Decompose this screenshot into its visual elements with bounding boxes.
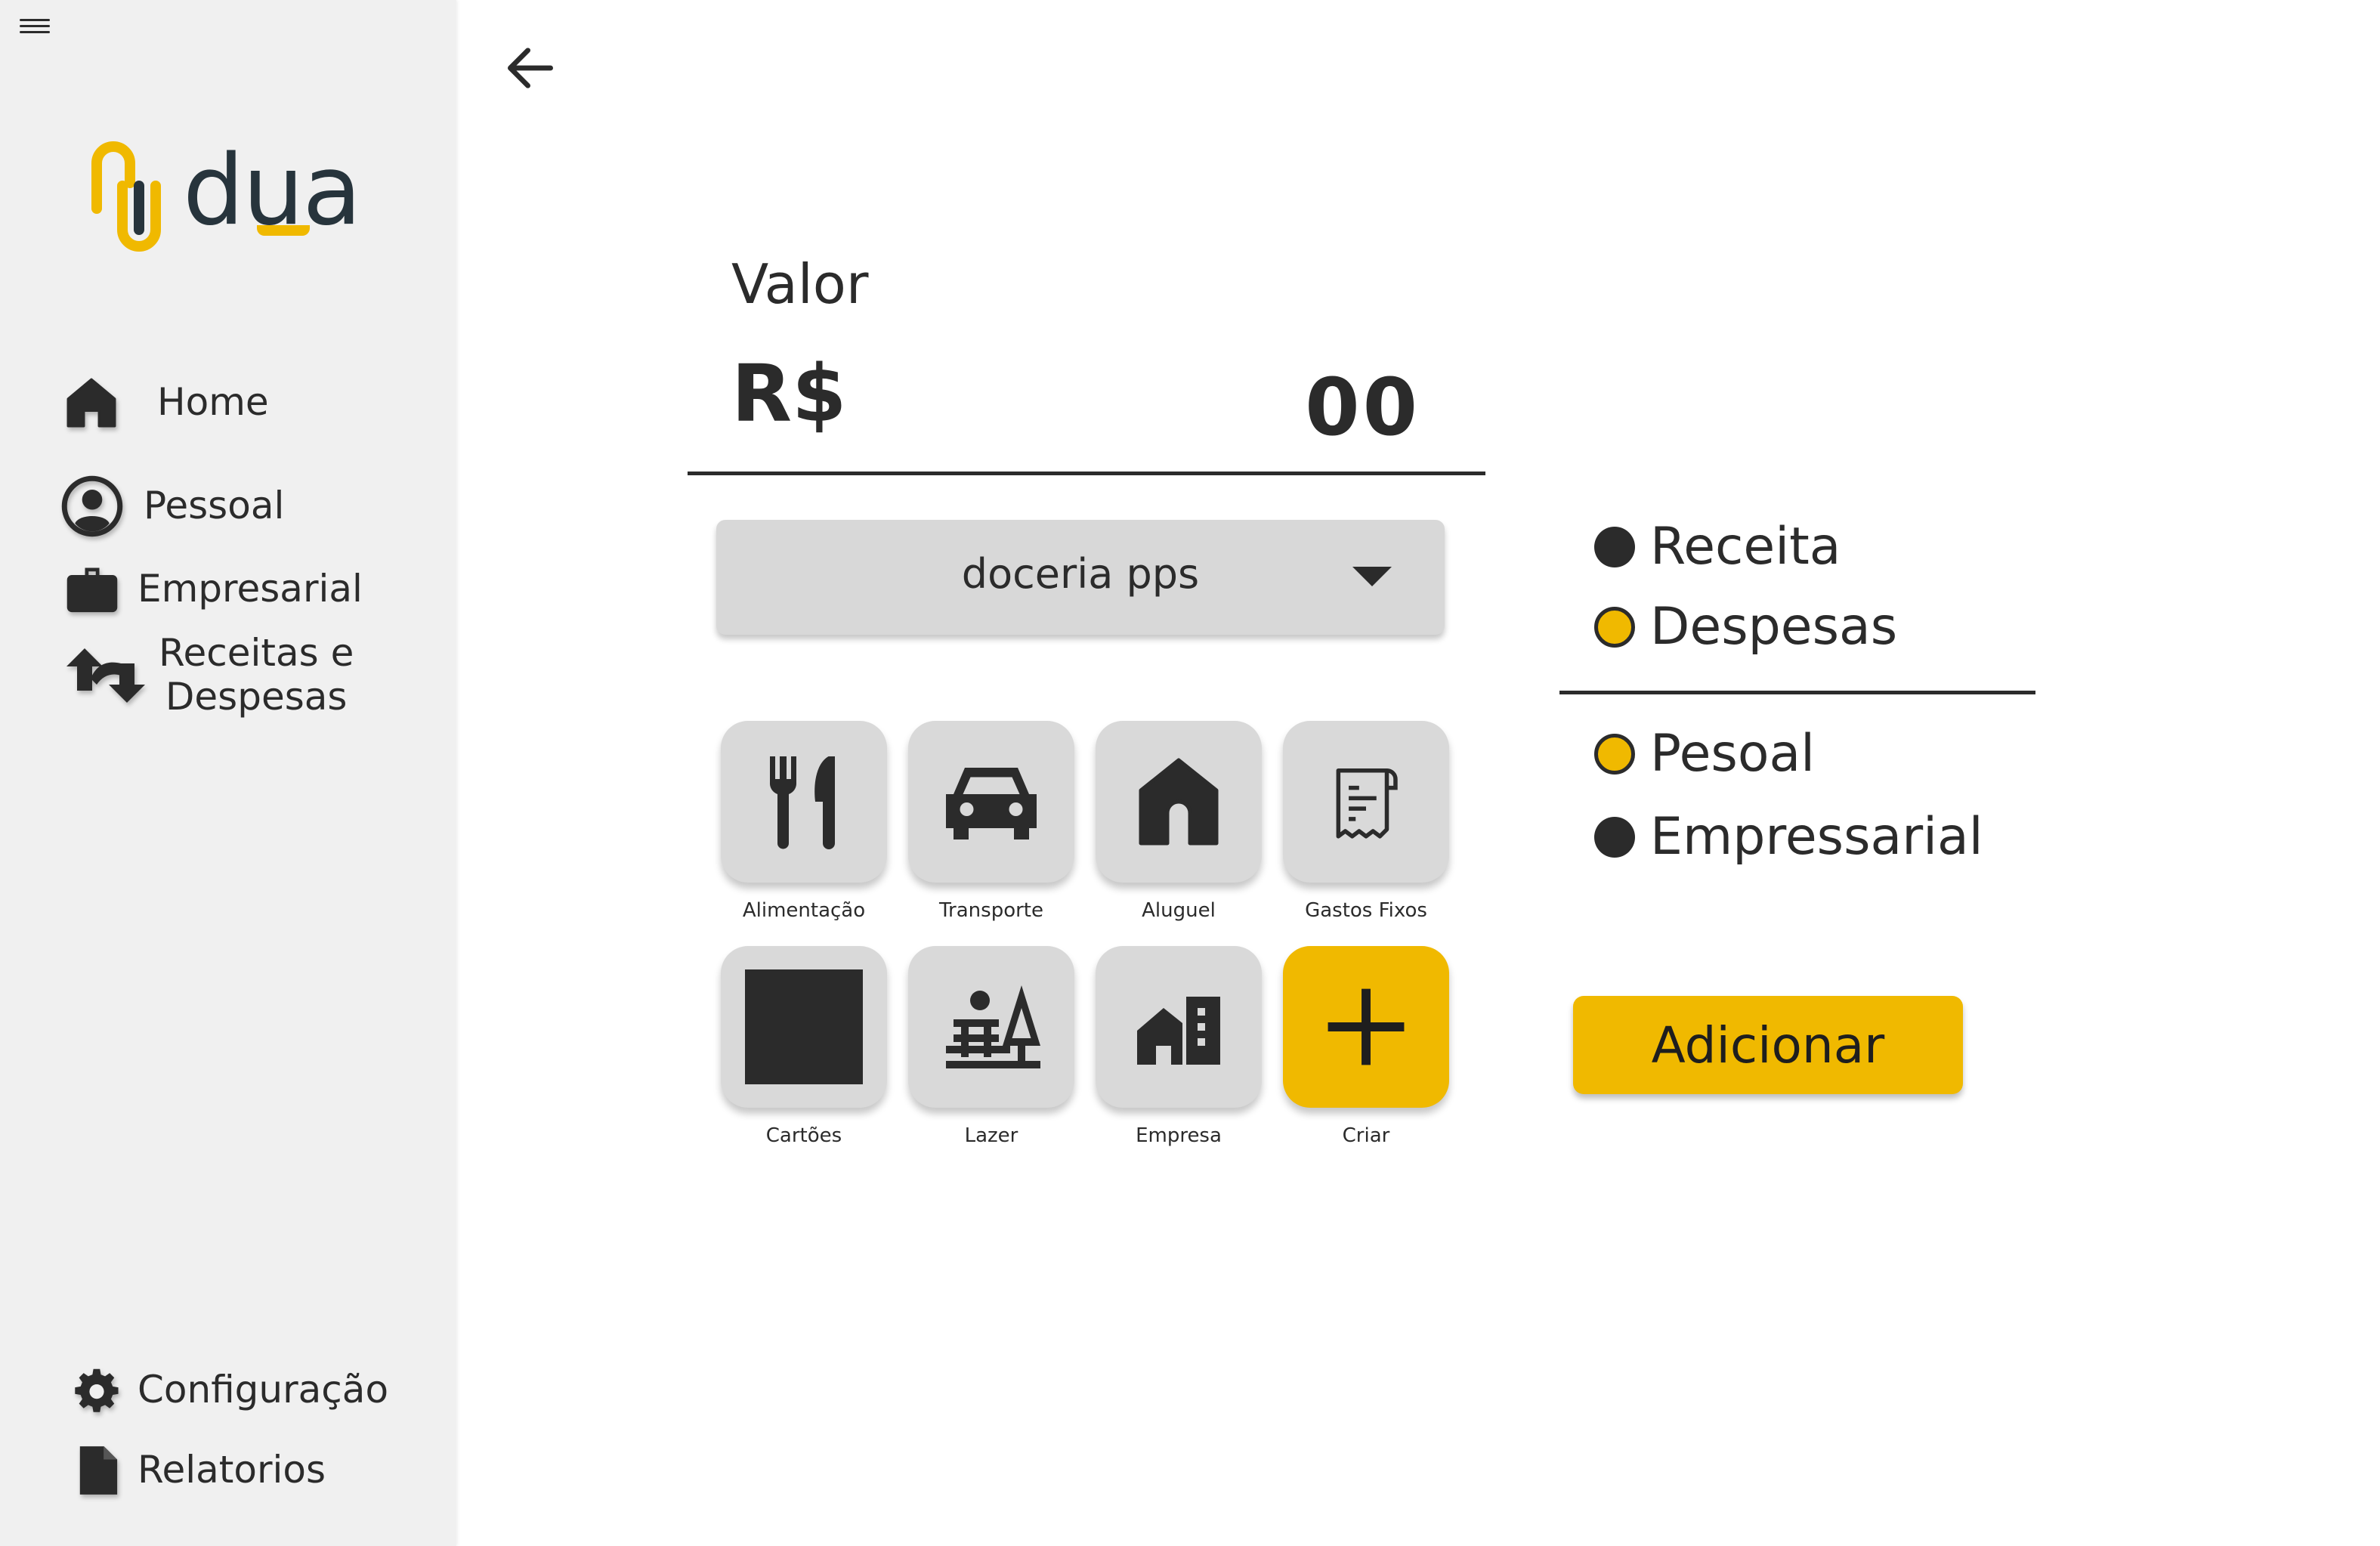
category-dropdown[interactable]: doceria pps [716,520,1445,635]
gear-icon [75,1368,119,1412]
radio-label: Despesas [1650,597,1898,657]
category-tile [1283,721,1449,883]
radio-empressarial[interactable]: Empressarial [1594,807,1983,867]
category-tile [1283,946,1449,1108]
sidebar-item-pessoal[interactable]: Pessoal [60,475,284,538]
amount-underline [688,472,1485,475]
category-lazer[interactable]: Lazer [908,946,1074,1147]
radio-despesas[interactable]: Despesas [1594,597,1897,657]
document-icon [79,1446,118,1495]
arrow-left-icon [508,48,553,88]
radio-unselected-icon [1594,816,1635,858]
logo: dua [89,135,384,254]
menu-icon[interactable] [20,15,50,38]
home-icon [66,378,116,428]
category-label: Gastos Fixos [1305,899,1427,922]
radio-pesoal[interactable]: Pesoal [1594,724,1815,784]
radio-selected-icon [1594,733,1635,775]
category-tile [908,721,1074,883]
radio-label: Receita [1650,517,1841,577]
category-tile [908,946,1074,1108]
category-tile [1096,721,1262,883]
category-tile [721,946,887,1108]
sidebar-item-label: Relatorios [138,1448,326,1492]
logo-mark-icon [91,141,161,252]
buildings-icon [1137,997,1220,1065]
category-label: Criar [1342,1124,1390,1147]
user-icon [61,475,123,537]
amount-input[interactable] [1209,361,1420,453]
house-icon [1139,758,1219,846]
divider [1559,691,2035,694]
category-aluguel[interactable]: Aluguel [1096,721,1262,922]
briefcase-icon [66,567,118,613]
add-button[interactable]: Adicionar [1573,996,1963,1094]
category-gastos-fixos[interactable]: Gastos Fixos [1283,721,1449,922]
fork-knife-icon [769,756,835,849]
currency-symbol: R$ [731,348,847,440]
category-transporte[interactable]: Transporte [908,721,1074,922]
category-cartoes[interactable]: Cartões [721,946,887,1147]
park-icon [946,985,1040,1068]
sidebar-item-label-line1: Receitas e [159,631,354,675]
chevron-down-icon [1352,567,1392,586]
receipt-icon [1336,768,1398,839]
valor-label: Valor [731,252,869,316]
sidebar: dua Home Pessoal Empresarial Receitas e … [0,0,456,1546]
sidebar-item-receitas-despesas[interactable]: Receitas e Despesas [60,631,354,719]
sidebar-item-empresarial[interactable]: Empresarial [63,562,363,617]
sidebar-item-label-line2: Despesas [165,674,348,719]
sidebar-item-relatorios[interactable]: Relatorios [76,1443,326,1498]
sidebar-item-label: Pessoal [144,484,285,528]
category-criar[interactable]: Criar [1283,946,1449,1147]
radio-unselected-icon [1594,526,1635,567]
category-empresa[interactable]: Empresa [1096,946,1262,1147]
category-tile [721,721,887,883]
sidebar-item-configuracao[interactable]: Configuração [73,1366,388,1415]
sidebar-item-home[interactable]: Home [60,372,269,434]
sync-arrows-icon [66,648,145,703]
car-icon [946,768,1037,839]
sidebar-item-label: Configuração [138,1368,389,1412]
logo-accent [257,225,310,236]
dropdown-selected-value: doceria pps [961,550,1200,598]
sidebar-item-label: Home [157,380,269,425]
sidebar-item-label: Receitas e Despesas [159,631,354,719]
radio-label: Pesoal [1650,724,1816,784]
plus-icon [1328,988,1405,1065]
category-alimentacao[interactable]: Alimentação [721,721,887,922]
square-icon [745,969,863,1084]
radio-receita[interactable]: Receita [1594,517,1841,577]
back-button[interactable] [500,38,561,98]
radio-label: Empressarial [1650,807,1983,867]
sidebar-item-label: Empresarial [138,567,363,611]
category-tile [1096,946,1262,1108]
radio-selected-icon [1594,606,1635,648]
